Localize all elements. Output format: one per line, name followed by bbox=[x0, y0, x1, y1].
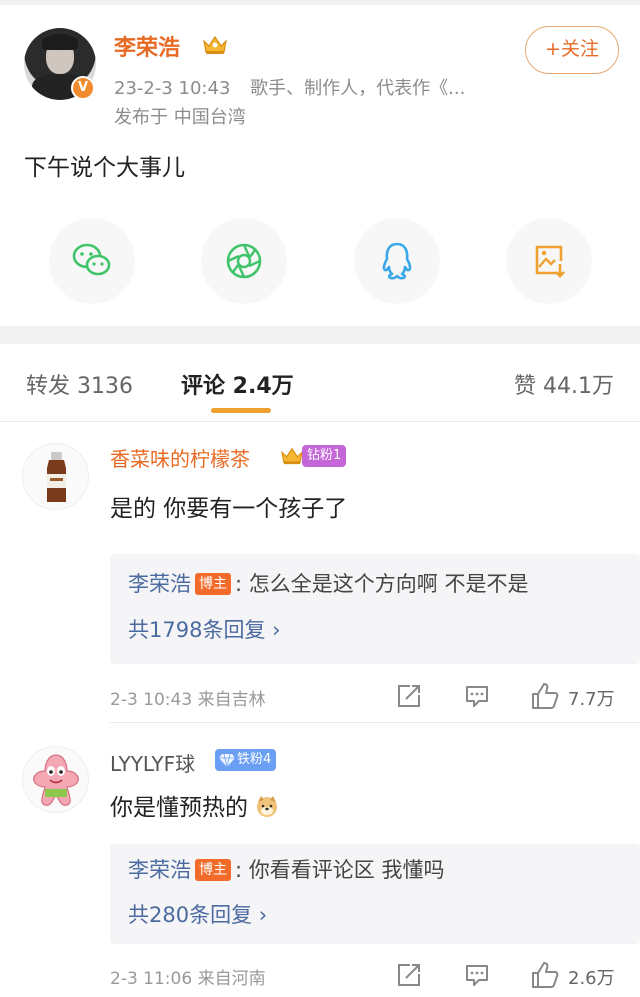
reply-preview[interactable]: 李荣浩 博主: 怎么全是这个方向啊 不是不是 共1798条回复 › bbox=[110, 554, 640, 664]
interaction-tabs: 转发 3136 评论 2.4万 赞 44.1万 bbox=[0, 344, 640, 422]
weibo-post: V 李荣浩 23-2-3 10:43 歌手、制作人，代表作《... 发布于 中国… bbox=[0, 0, 640, 326]
comment-meta: 2-3 10:43 来自吉林 bbox=[110, 690, 266, 710]
qq-icon bbox=[382, 242, 412, 280]
starfish-avatar-icon bbox=[33, 754, 79, 806]
commenter-avatar[interactable] bbox=[22, 746, 89, 813]
fan-badge-label: 钻粉1 bbox=[307, 448, 342, 463]
author-bio: 歌手、制作人，代表作《... bbox=[250, 78, 466, 99]
comment-icon[interactable] bbox=[464, 962, 490, 988]
blogger-tag: 博主 bbox=[195, 859, 231, 881]
reply-line: 李荣浩 博主: 你看看评论区 我懂吗 bbox=[128, 858, 445, 882]
comment-divider bbox=[110, 722, 640, 723]
repost-icon[interactable] bbox=[396, 962, 422, 988]
share-moments-button[interactable] bbox=[201, 218, 287, 304]
repost-icon[interactable] bbox=[396, 683, 422, 709]
reply-content: 你看看评论区 我懂吗 bbox=[248, 858, 445, 882]
verified-badge-icon: V bbox=[71, 76, 95, 100]
author-name[interactable]: 李荣浩 bbox=[114, 30, 180, 62]
post-location: 发布于 中国台湾 bbox=[114, 107, 246, 128]
commenter-name[interactable]: 香菜味的柠檬茶 bbox=[110, 443, 250, 472]
comment-text: 是的 你要有一个孩子了 bbox=[110, 496, 348, 522]
like-count: 2.6万 bbox=[568, 968, 615, 989]
like-icon[interactable] bbox=[530, 960, 560, 990]
post-content: 下午说个大事儿 bbox=[24, 155, 185, 181]
commenter-name[interactable]: LYYLYF球 bbox=[110, 748, 195, 777]
view-replies-link[interactable]: 共280条回复 › bbox=[128, 899, 267, 929]
save-image-button[interactable] bbox=[506, 218, 592, 304]
moments-icon bbox=[226, 243, 262, 279]
tea-bottle-icon bbox=[47, 452, 66, 502]
vip-crown-icon bbox=[281, 447, 303, 465]
post-meta: 23-2-3 10:43 歌手、制作人，代表作《... bbox=[114, 74, 465, 100]
tab-likes[interactable]: 赞 44.1万 bbox=[514, 368, 614, 400]
comment-item: LYYLYF球 铁粉4 你是懂预热的 李荣浩 博主: 你看看评论区 我懂吗 共28… bbox=[0, 724, 640, 997]
fan-badge: 铁粉4 bbox=[215, 749, 277, 771]
vip-crown-icon bbox=[203, 35, 227, 54]
fan-badge: 钻粉1 bbox=[302, 445, 347, 467]
follow-button[interactable]: +关注 bbox=[525, 26, 619, 74]
view-replies-link[interactable]: 共1798条回复 › bbox=[128, 614, 281, 644]
comment-meta: 2-3 11:06 来自河南 bbox=[110, 969, 266, 989]
blogger-tag: 博主 bbox=[195, 573, 231, 595]
reply-author[interactable]: 李荣浩 bbox=[128, 858, 191, 882]
doge-emoji-icon bbox=[257, 796, 278, 817]
share-wechat-button[interactable] bbox=[49, 218, 135, 304]
save-image-icon bbox=[535, 245, 565, 278]
reply-author[interactable]: 李荣浩 bbox=[128, 572, 191, 596]
reply-content: 怎么全是这个方向啊 不是不是 bbox=[248, 572, 529, 596]
comment-item: 香菜味的柠檬茶 钻粉1 是的 你要有一个孩子了 李荣浩 博主: 怎么全是这个方向啊… bbox=[0, 423, 640, 723]
share-qq-button[interactable] bbox=[354, 218, 440, 304]
fan-badge-label: 铁粉4 bbox=[237, 752, 272, 767]
section-gap bbox=[0, 326, 640, 344]
commenter-avatar[interactable] bbox=[22, 443, 89, 510]
like-icon[interactable] bbox=[530, 681, 560, 711]
comment-text: 你是懂预热的 bbox=[110, 788, 279, 822]
diamond-icon bbox=[219, 753, 235, 768]
reply-line: 李荣浩 博主: 怎么全是这个方向啊 不是不是 bbox=[128, 572, 529, 596]
tab-comments[interactable]: 评论 2.4万 bbox=[181, 368, 294, 400]
active-tab-indicator bbox=[211, 408, 271, 413]
top-divider bbox=[0, 0, 640, 5]
like-count: 7.7万 bbox=[568, 689, 615, 710]
reply-preview[interactable]: 李荣浩 博主: 你看看评论区 我懂吗 共280条回复 › bbox=[110, 844, 640, 944]
wechat-icon bbox=[72, 243, 111, 276]
post-date: 23-2-3 10:43 bbox=[114, 78, 231, 99]
tab-repost[interactable]: 转发 3136 bbox=[26, 368, 133, 400]
comment-icon[interactable] bbox=[464, 683, 490, 709]
